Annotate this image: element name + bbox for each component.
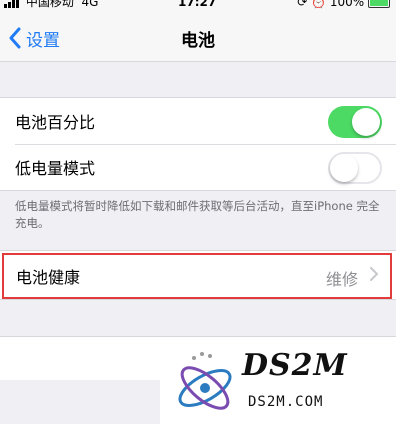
battery-health-group: 电池健康 维修 bbox=[0, 250, 396, 300]
battery-health-label: 电池健康 bbox=[16, 268, 81, 287]
signal-strength-icon bbox=[4, 0, 19, 8]
carrier-info: 中国移动 4G bbox=[4, 0, 98, 8]
network-type: 4G bbox=[81, 0, 99, 9]
battery-percentage-toggle[interactable] bbox=[328, 106, 382, 138]
battery-percentage-label: 电池百分比 bbox=[15, 113, 96, 132]
watermark: DS2M DS2M.COM bbox=[168, 340, 396, 424]
status-right: ⟳ ⏰ 100% bbox=[297, 0, 390, 8]
battery-health-status: 维修 bbox=[325, 270, 358, 289]
navigation-bar: 设置 电池 bbox=[0, 14, 396, 62]
low-power-mode-label: 低电量模式 bbox=[15, 159, 96, 178]
status-bar: 中国移动 4G 17:27 ⟳ ⏰ 100% bbox=[0, 0, 396, 14]
rotation-lock-icon: ⟳ bbox=[297, 0, 308, 9]
low-power-mode-row: 低电量模式 bbox=[0, 144, 396, 190]
carrier-name: 中国移动 bbox=[25, 0, 74, 9]
battery-health-row[interactable]: 电池健康 维修 bbox=[2, 253, 392, 299]
watermark-logo-text: DS2M bbox=[242, 348, 348, 383]
alarm-icon: ⏰ bbox=[311, 0, 327, 9]
bottom-gap bbox=[0, 380, 160, 424]
battery-percentage-row: 电池百分比 bbox=[0, 98, 396, 144]
low-power-mode-toggle[interactable] bbox=[328, 152, 382, 184]
battery-settings-group: 电池百分比 低电量模式 bbox=[0, 97, 396, 191]
battery-percentage-text: 100% bbox=[329, 0, 365, 9]
battery-icon bbox=[368, 0, 390, 8]
status-time: 17:27 bbox=[178, 0, 217, 9]
chevron-right-icon bbox=[370, 265, 379, 286]
low-power-mode-description: 低电量模式将暂时降低如下载和邮件获取等后台活动，直至iPhone 完全充电。 bbox=[15, 199, 380, 230]
watermark-logo-icon bbox=[178, 352, 232, 410]
page-title: 电池 bbox=[181, 31, 215, 51]
watermark-url: DS2M.COM bbox=[248, 394, 324, 410]
